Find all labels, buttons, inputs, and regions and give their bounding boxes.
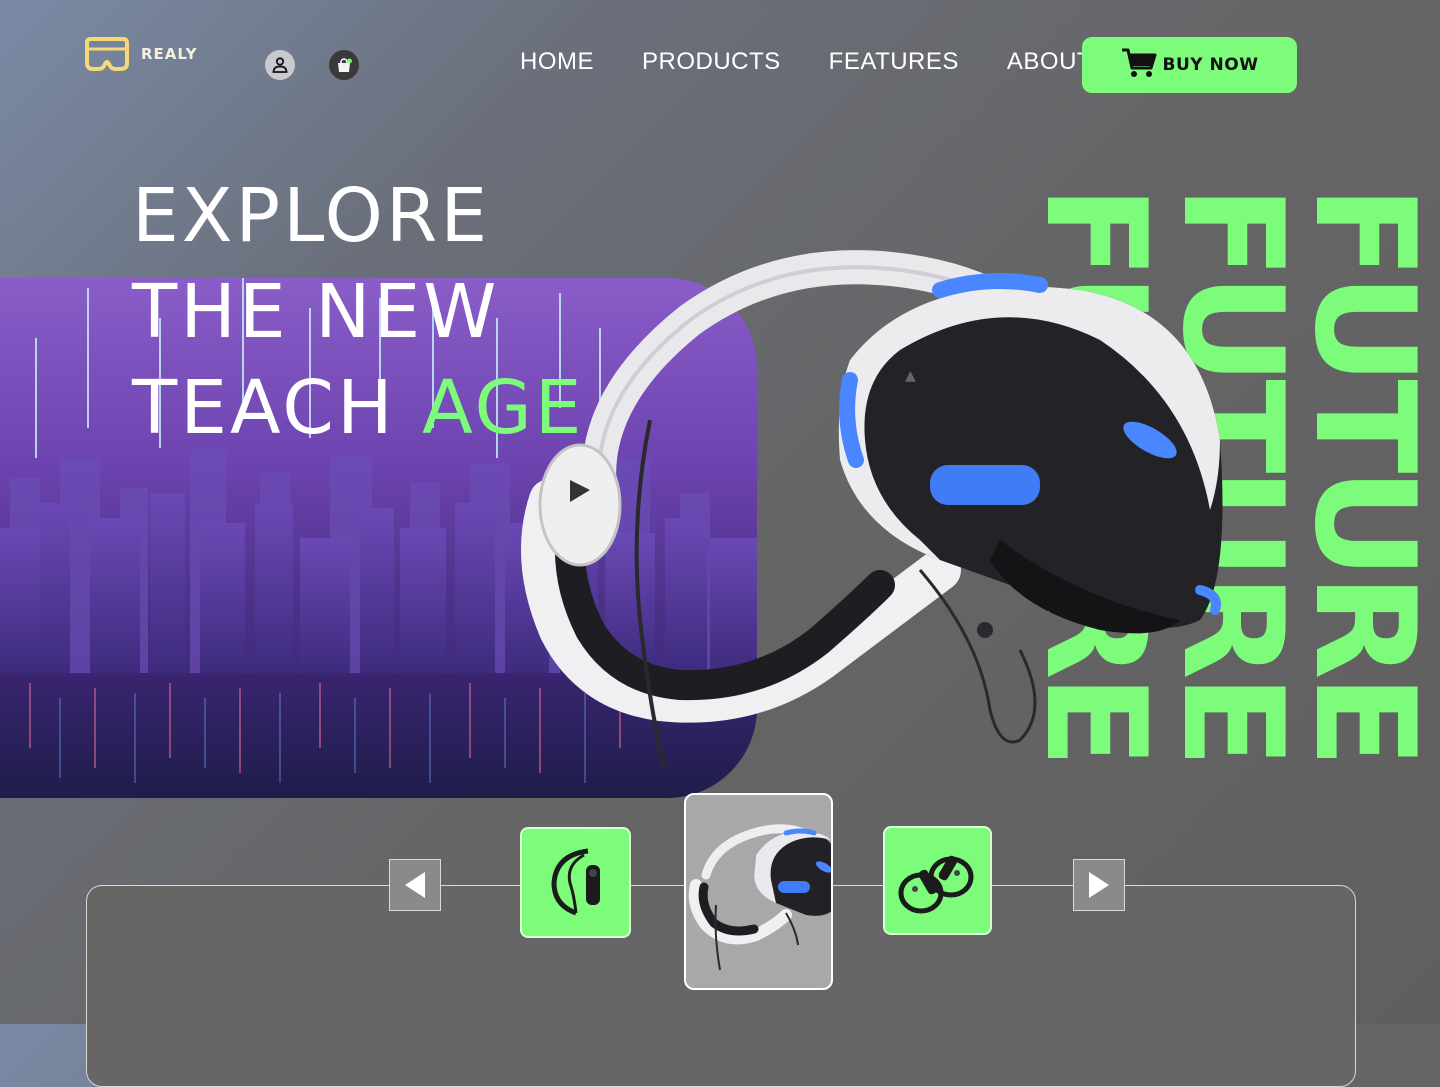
main-nav: HOME PRODUCTS FEATURES ABOUT	[520, 48, 1092, 76]
vr-goggles-logo-icon	[83, 37, 131, 71]
nav-features[interactable]: FEATURES	[829, 48, 959, 76]
brand-logo[interactable]: REALY	[83, 37, 198, 71]
svg-text:▲: ▲	[905, 368, 916, 384]
thumbnail-controller-single[interactable]	[520, 827, 631, 938]
nav-about[interactable]: ABOUT	[1007, 48, 1092, 76]
arrow-right-icon[interactable]	[1073, 859, 1125, 911]
headline-line-3: TEACH AGE	[132, 360, 585, 456]
buy-now-label: BUY NOW	[1162, 55, 1259, 75]
shopping-bag-icon[interactable]	[329, 50, 359, 80]
headline-line-3-main: TEACH	[132, 365, 423, 451]
buy-now-button[interactable]: BUY NOW	[1082, 37, 1297, 93]
nav-products[interactable]: PRODUCTS	[642, 48, 781, 76]
headline-line-2: THE NEW	[132, 269, 500, 355]
arrow-left-icon[interactable]	[389, 859, 441, 911]
thumbnail-controller-pair[interactable]	[883, 826, 992, 935]
nav-home[interactable]: HOME	[520, 48, 594, 76]
thumbnail-vr-headset[interactable]	[684, 793, 833, 990]
hero-headline: EXPLORE THE NEW TEACH AGE	[132, 168, 585, 456]
user-icon[interactable]	[265, 50, 295, 80]
brand-name: REALY	[141, 45, 198, 63]
cart-icon	[1121, 47, 1157, 83]
headline-line-1: EXPLORE	[132, 173, 491, 259]
vr-headset-image: ▲	[520, 240, 1240, 800]
future-vertical-text-3: FUTURE	[1309, 185, 1419, 763]
